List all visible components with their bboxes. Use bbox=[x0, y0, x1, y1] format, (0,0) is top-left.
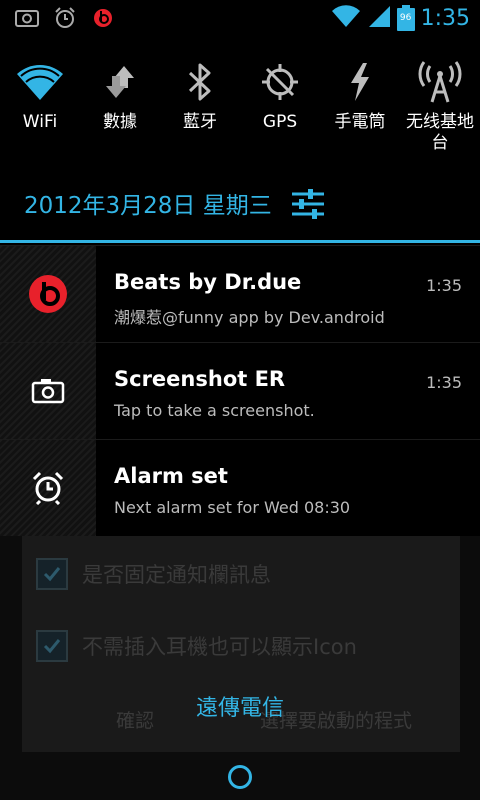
notification-text: Tap to take a screenshot. bbox=[114, 401, 315, 420]
quick-toggles-row: WiFi 數據 藍牙 GPS 手電筒 无线基地台 bbox=[0, 38, 480, 162]
toggle-hotspot[interactable]: 无线基地台 bbox=[400, 38, 480, 162]
settings-sliders-icon bbox=[292, 189, 324, 219]
toggle-flashlight[interactable]: 手電筒 bbox=[320, 38, 400, 162]
notification-title: Beats by Dr.due bbox=[114, 270, 302, 294]
toggle-label: 无线基地台 bbox=[406, 112, 474, 153]
status-clock: 1:35 bbox=[420, 5, 470, 31]
screenshot-icon bbox=[14, 7, 40, 29]
toggle-bluetooth[interactable]: 藍牙 bbox=[160, 38, 240, 162]
notification-text: 潮爆惹@funny app by Dev.android bbox=[114, 308, 385, 327]
battery-level: 96 bbox=[399, 13, 412, 23]
toggle-data[interactable]: 數據 bbox=[80, 38, 160, 162]
battery-icon: 96 bbox=[396, 5, 415, 31]
hotspot-icon bbox=[412, 54, 468, 110]
beats-icon bbox=[29, 275, 67, 313]
wifi-icon bbox=[12, 54, 68, 110]
flashlight-icon bbox=[332, 54, 388, 110]
panel-drag-handle[interactable] bbox=[228, 765, 252, 789]
status-bar-notification-icons bbox=[14, 7, 116, 29]
notification-icon-box bbox=[0, 246, 96, 342]
beats-icon bbox=[90, 7, 116, 29]
wifi-signal-icon bbox=[331, 4, 361, 32]
notification-time: 1:35 bbox=[426, 276, 462, 295]
notification-title: Alarm set bbox=[114, 464, 228, 488]
alarm-clock-icon bbox=[32, 471, 64, 505]
date-row: 2012年3月28日 星期三 bbox=[0, 176, 480, 236]
notification-text: Next alarm set for Wed 08:30 bbox=[114, 498, 351, 517]
option-row: 是否固定通知欄訊息 bbox=[36, 554, 271, 594]
cell-signal-icon bbox=[367, 4, 391, 32]
toggle-label: 藍牙 bbox=[183, 112, 217, 132]
panel-divider bbox=[0, 240, 480, 243]
option-row: 不需插入耳機也可以顯示Icon bbox=[36, 626, 357, 666]
carrier-label: 遠傳電信 bbox=[195, 696, 284, 721]
alarm-clock-icon bbox=[52, 7, 78, 29]
bluetooth-icon bbox=[172, 54, 228, 110]
toggle-label: GPS bbox=[262, 112, 298, 132]
toggle-wifi[interactable]: WiFi bbox=[0, 38, 80, 162]
notification-icon-box bbox=[0, 440, 96, 536]
settings-button[interactable] bbox=[290, 186, 326, 222]
notification-title: Screenshot ER bbox=[114, 367, 286, 391]
notification-time: 1:35 bbox=[426, 373, 462, 392]
checkbox-checked-icon bbox=[36, 630, 68, 662]
toggle-gps[interactable]: GPS bbox=[240, 38, 320, 162]
option-label: 不需插入耳機也可以顯示Icon bbox=[82, 635, 357, 659]
gps-icon bbox=[252, 54, 308, 110]
notification-item[interactable]: Screenshot ER Tap to take a screenshot. … bbox=[0, 342, 480, 439]
status-bar: 96 1:35 bbox=[0, 0, 480, 38]
toggle-label: 手電筒 bbox=[334, 112, 386, 132]
checkbox-checked-icon bbox=[36, 558, 68, 590]
toggle-label: WiFi bbox=[22, 112, 58, 132]
notification-item[interactable]: Alarm set Next alarm set for Wed 08:30 bbox=[0, 439, 480, 536]
notification-item[interactable]: Beats by Dr.due 潮爆惹@funny app by Dev.and… bbox=[0, 245, 480, 342]
toggle-label: 數據 bbox=[103, 112, 137, 132]
notification-icon-box bbox=[0, 343, 96, 439]
date-label: 2012年3月28日 星期三 bbox=[24, 193, 272, 219]
option-label: 是否固定通知欄訊息 bbox=[82, 563, 271, 587]
camera-icon bbox=[31, 379, 65, 404]
status-bar-system-icons: 96 1:35 bbox=[331, 4, 470, 32]
data-arrows-icon bbox=[92, 54, 148, 110]
